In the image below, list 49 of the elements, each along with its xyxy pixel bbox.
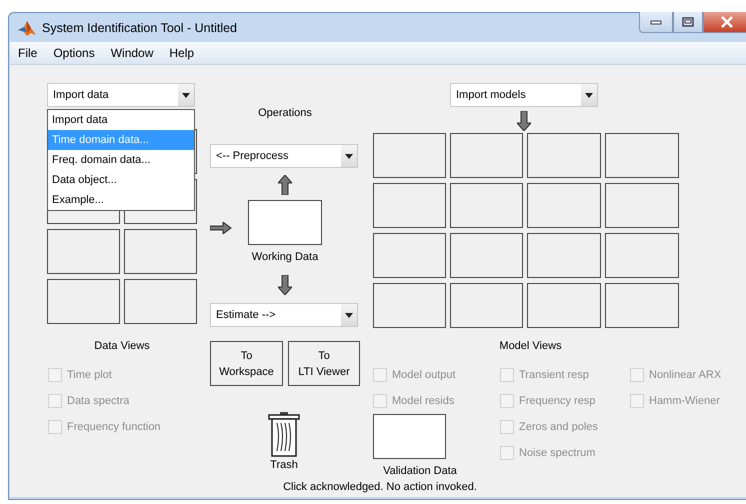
data-views-label: Data Views (93, 340, 151, 352)
menu-item[interactable]: Options (45, 46, 103, 60)
caret-icon (585, 92, 593, 98)
maximize-icon (682, 17, 694, 27)
maximize-button[interactable] (673, 12, 703, 33)
down-arrow-icon (517, 111, 531, 131)
operations-label: Operations (257, 107, 313, 119)
checkbox-label: Nonlinear ARX (649, 369, 722, 381)
menu-item[interactable]: Help (161, 46, 202, 60)
checkbox-label: Zeros and poles (519, 421, 598, 433)
validation-data-label: Validation Data (382, 465, 458, 477)
export-button[interactable]: To LTI Viewer (288, 341, 360, 386)
minimize-icon (650, 19, 662, 25)
menu-item[interactable]: Window (102, 46, 162, 60)
dropdown-option[interactable]: Data object... (48, 170, 194, 190)
dropdown-option[interactable]: Import data (48, 110, 194, 130)
caret-icon (182, 92, 190, 98)
checkbox-label: Data spectra (67, 395, 130, 407)
status-text: Click acknowledged. No action invoked. (282, 481, 478, 493)
checkbox-label: Hamm-Wiener (649, 395, 720, 407)
caret-icon (345, 154, 353, 158)
preprocess-dropdown[interactable]: <-- Preprocess (210, 144, 358, 168)
app-logo-icon (18, 20, 36, 36)
minimize-button[interactable] (639, 12, 673, 33)
export-button[interactable]: To Workspace (210, 341, 283, 386)
close-icon (720, 16, 734, 28)
trash-icon[interactable] (268, 411, 300, 457)
import-data-dropdown[interactable]: Import data (47, 83, 195, 107)
estimate-dropdown[interactable]: Estimate --> (210, 303, 358, 327)
model-views-label: Model Views (498, 340, 563, 352)
up-arrow-icon (278, 175, 292, 195)
down-arrow-icon (278, 275, 292, 295)
import-models-dropdown[interactable]: Import models (450, 83, 598, 107)
checkbox-label: Frequency resp (519, 395, 596, 407)
dropdown-option[interactable]: Freq. domain data... (48, 150, 194, 170)
checkbox-label: Model resids (392, 395, 454, 407)
trash-label: Trash (269, 459, 299, 471)
window-title: System Identification Tool - Untitled (42, 20, 238, 34)
checkbox-label: Frequency function (67, 421, 161, 433)
working-data-label: Working Data (250, 251, 320, 263)
checkbox-label: Time plot (67, 369, 112, 381)
checkbox-label: Model output (392, 369, 456, 381)
checkbox-label: Noise spectrum (519, 447, 596, 459)
menu-item[interactable]: File (10, 46, 46, 60)
caret-icon (345, 312, 353, 318)
right-arrow-icon (210, 222, 232, 234)
close-button[interactable] (703, 12, 746, 33)
dropdown-option[interactable]: Example... (48, 190, 194, 210)
checkbox-label: Transient resp (519, 369, 589, 381)
